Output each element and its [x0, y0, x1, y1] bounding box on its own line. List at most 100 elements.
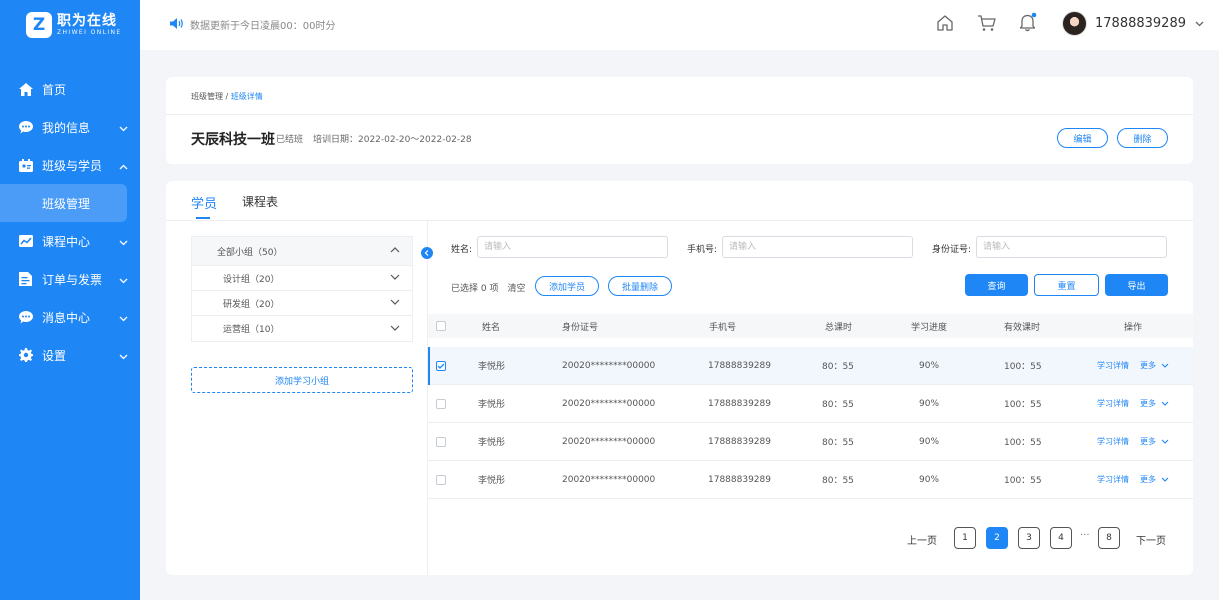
study-progress: 90%	[919, 398, 940, 409]
group-label: 研发组（20）	[223, 299, 280, 310]
row-checkbox[interactable]	[436, 423, 446, 460]
delete-button[interactable]: 删除	[1117, 128, 1168, 148]
breadcrumb-parent[interactable]: 班级管理	[191, 92, 223, 101]
row-checkbox[interactable]	[436, 347, 446, 384]
students-card: 学员 课程表 全部小组（50） 设计组（20） 研发组（20） 运营组（10） …	[166, 181, 1193, 575]
table-row[interactable]: 李悦彤 20020********00000 17888839289 80：55…	[428, 347, 1193, 385]
add-group-button[interactable]: 添加学习小组	[191, 367, 413, 393]
page-button[interactable]: 3	[1018, 527, 1040, 549]
group-item[interactable]: 运营组（10）	[192, 316, 412, 341]
reset-button[interactable]: 重置	[1034, 274, 1099, 296]
valid-hours: 100：55	[1004, 400, 1042, 410]
chevron-down-icon[interactable]	[390, 324, 400, 334]
table-row[interactable]: 李悦彤 20020********00000 17888839289 80：55…	[428, 423, 1193, 461]
sidebar-item-class-management[interactable]: 班级管理	[0, 184, 127, 222]
more-actions-link[interactable]: 更多	[1140, 461, 1169, 498]
clear-selection-link[interactable]: 清空	[507, 281, 525, 294]
query-button[interactable]: 查询	[965, 274, 1028, 296]
sidebar-item-settings[interactable]: 设置	[0, 336, 140, 374]
bell-icon[interactable]	[1019, 12, 1037, 32]
training-date: 培训日期：2022-02-20～2022-02-28	[313, 135, 472, 145]
edit-button[interactable]: 编辑	[1057, 128, 1108, 148]
study-detail-link[interactable]: 学习详情	[1097, 423, 1129, 460]
chevron-down-icon	[119, 273, 128, 287]
id-number-input[interactable]	[976, 236, 1167, 258]
sidebar-item-label: 班级与学员	[42, 158, 103, 173]
table-row[interactable]: 李悦彤 20020********00000 17888839289 80：55…	[428, 461, 1193, 499]
study-detail-link[interactable]: 学习详情	[1097, 461, 1129, 498]
column-header: 学习进度	[911, 322, 948, 333]
page-button-current[interactable]: 2	[986, 527, 1008, 549]
user-menu[interactable]: 17888839289	[1062, 11, 1204, 36]
total-hours: 80：55	[822, 362, 854, 372]
study-detail-link[interactable]: 学习详情	[1097, 385, 1129, 422]
top-header: 数据更新于今日凌晨00：00时分 17888839289	[140, 0, 1219, 50]
chevron-down-icon[interactable]	[1195, 21, 1204, 27]
chevron-down-icon	[1161, 477, 1169, 482]
sidebar-item-label: 我的信息	[42, 120, 91, 135]
valid-hours: 100：55	[1004, 362, 1042, 372]
tab-schedule[interactable]: 课程表	[242, 193, 278, 210]
logo-subtext: ZHIWEI ONLINE	[57, 29, 122, 36]
chevron-down-icon[interactable]	[390, 273, 400, 283]
prev-page-button[interactable]: 上一页	[907, 532, 937, 547]
sidebar-item-home[interactable]: 首页	[0, 70, 140, 108]
add-student-button[interactable]: 添加学员	[535, 276, 599, 296]
invoice-icon	[18, 272, 33, 287]
page-button-last[interactable]: 8	[1098, 527, 1120, 549]
group-item[interactable]: 研发组（20）	[192, 291, 412, 316]
active-tab-indicator	[196, 217, 210, 219]
column-header: 姓名	[482, 322, 501, 333]
sidebar-item-class-students[interactable]: 班级与学员	[0, 146, 140, 184]
chevron-down-icon	[1161, 363, 1169, 368]
chevron-down-icon	[1161, 439, 1169, 444]
select-all-checkbox[interactable]	[436, 314, 446, 338]
tab-students[interactable]: 学员	[191, 193, 217, 212]
logo[interactable]: Z 职为在线 ZHIWEI ONLINE	[26, 12, 122, 38]
student-phone: 17888839289	[708, 360, 771, 371]
group-all[interactable]: 全部小组（50）	[192, 237, 412, 266]
page-button[interactable]: 1	[954, 527, 976, 549]
sidebar-item-message-center[interactable]: 消息中心	[0, 298, 140, 336]
chevron-up-icon[interactable]	[390, 246, 400, 256]
collapse-panel-button[interactable]	[421, 247, 433, 259]
column-header: 总课时	[825, 322, 853, 333]
batch-delete-button[interactable]: 批量删除	[608, 276, 672, 296]
group-item[interactable]: 设计组（20）	[192, 266, 412, 291]
row-checkbox[interactable]	[436, 461, 446, 498]
page-button[interactable]: 4	[1050, 527, 1072, 549]
sidebar-item-label: 课程中心	[42, 234, 91, 249]
next-page-button[interactable]: 下一页	[1136, 532, 1166, 547]
class-icon	[18, 158, 33, 173]
more-actions-link[interactable]: 更多	[1140, 385, 1169, 422]
column-header: 身份证号	[562, 322, 599, 333]
sidebar-item-orders[interactable]: 订单与发票	[0, 260, 140, 298]
name-input[interactable]	[477, 236, 668, 258]
group-label: 运营组（10）	[223, 325, 280, 335]
sidebar-item-label: 订单与发票	[42, 272, 103, 287]
sidebar-item-label: 消息中心	[42, 310, 91, 325]
chevron-up-icon	[119, 159, 128, 173]
sidebar-nav: 首页 我的信息 班级与学员 班级管理 课程中心 订单与发票 消息中心 设置	[0, 70, 140, 374]
phone-input[interactable]	[722, 236, 913, 258]
sidebar-item-course-center[interactable]: 课程中心	[0, 222, 140, 260]
speaker-icon	[170, 17, 184, 32]
student-phone: 17888839289	[708, 474, 771, 485]
home-icon[interactable]	[936, 14, 954, 32]
export-button[interactable]: 导出	[1105, 274, 1168, 296]
table-row[interactable]: 李悦彤 20020********00000 17888839289 80：55…	[428, 385, 1193, 423]
column-header: 手机号	[709, 322, 737, 333]
more-actions-link[interactable]: 更多	[1140, 347, 1169, 384]
chevron-down-icon[interactable]	[390, 298, 400, 308]
study-progress: 90%	[919, 474, 940, 485]
selection-info: 已选择 0 项 清空	[451, 281, 534, 294]
sidebar-item-my-info[interactable]: 我的信息	[0, 108, 140, 146]
study-progress: 90%	[919, 436, 940, 447]
more-actions-link[interactable]: 更多	[1140, 423, 1169, 460]
row-checkbox[interactable]	[436, 385, 446, 422]
study-detail-link[interactable]: 学习详情	[1097, 347, 1129, 384]
cart-icon[interactable]	[977, 14, 996, 32]
student-id-number: 20020********00000	[562, 398, 656, 409]
avatar[interactable]	[1062, 11, 1087, 36]
notice-text: 数据更新于今日凌晨00：00时分	[190, 21, 336, 32]
